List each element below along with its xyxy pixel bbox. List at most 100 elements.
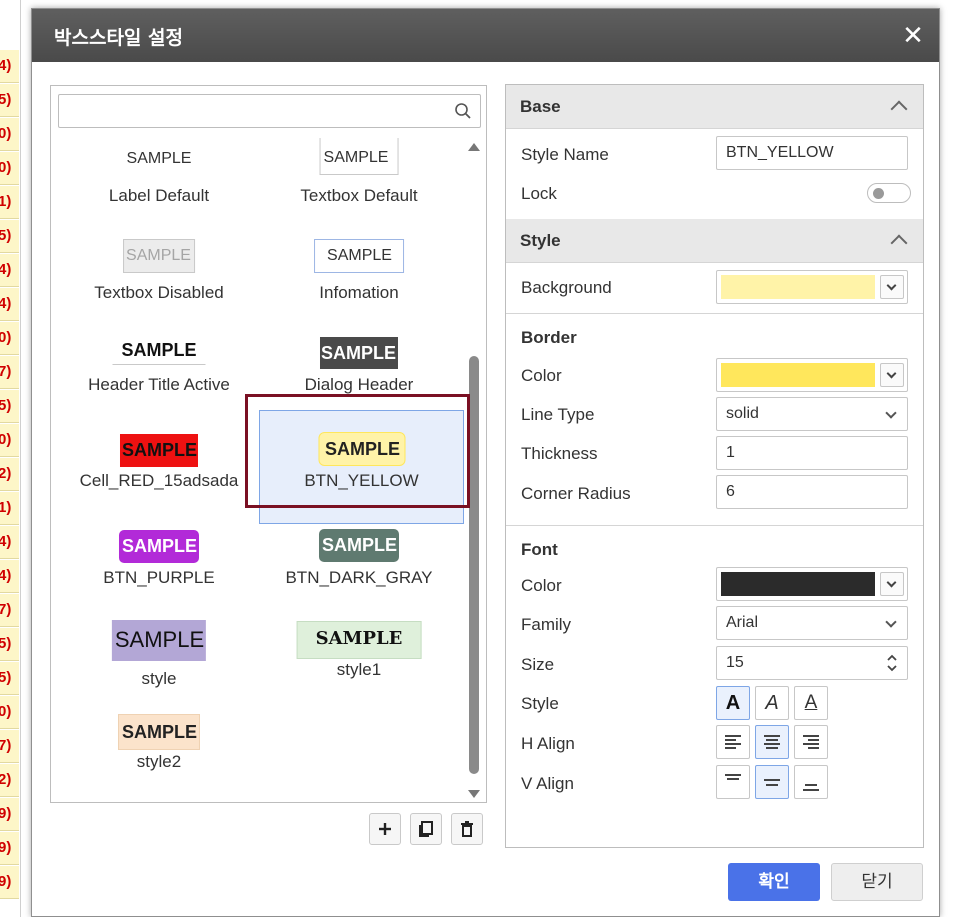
chevron-up-icon[interactable] (890, 234, 908, 252)
section-header-style[interactable]: Style (506, 219, 923, 263)
style-item-style2[interactable]: SAMPLE style2 (59, 714, 259, 798)
style-item-style[interactable]: SAMPLE style (59, 618, 259, 714)
stepper-arrows-icon[interactable] (887, 652, 897, 674)
valign-middle-button[interactable] (755, 765, 789, 799)
style-item-label: Label Default (108, 186, 210, 205)
add-style-button[interactable] (369, 813, 401, 845)
search-input[interactable] (65, 99, 449, 125)
bold-button[interactable]: A (716, 686, 750, 720)
background-color-picker[interactable] (716, 270, 908, 304)
sample-preview: SAMPLE (318, 529, 400, 562)
delete-style-button[interactable] (451, 813, 483, 845)
sheet-cell: 5) (0, 220, 19, 253)
font-size-label: Size (521, 655, 555, 674)
background-color-swatch (721, 275, 875, 299)
background-label: Background (521, 278, 612, 297)
scroll-down-arrow-icon[interactable] (468, 790, 480, 798)
style-item-label: Textbox Default (300, 186, 418, 205)
border-color-picker[interactable] (716, 358, 908, 392)
style-item-label: Header Title Active (88, 375, 230, 394)
sheet-cell: 4) (0, 560, 19, 593)
sheet-cell: 4) (0, 288, 19, 321)
sample-preview: SAMPLE (117, 714, 201, 750)
style-name-field[interactable]: BTN_YELLOW (716, 136, 908, 170)
trash-icon (461, 821, 473, 837)
scroll-up-arrow-icon[interactable] (468, 143, 480, 151)
style-item-textbox-default[interactable]: SAMPLE Textbox Default (259, 138, 459, 234)
sample-preview: SAMPLE (118, 530, 200, 563)
style-item-cell-red[interactable]: SAMPLE Cell_RED_15adsada (59, 426, 259, 522)
sheet-cell: 0) (0, 118, 19, 151)
sheet-cell: 4) (0, 526, 19, 559)
lock-label: Lock (521, 184, 557, 203)
sheet-cell: 1) (0, 492, 19, 525)
scroll-thumb[interactable] (469, 356, 479, 774)
color-dropdown-button[interactable] (880, 572, 904, 596)
search-box[interactable] (58, 94, 481, 128)
corner-radius-field[interactable]: 6 (716, 475, 908, 509)
chevron-up-icon[interactable] (890, 100, 908, 118)
align-right-button[interactable] (794, 725, 828, 759)
valign-top-button[interactable] (716, 765, 750, 799)
toggle-knob (873, 188, 884, 199)
style-item-label-default[interactable]: SAMPLE Label Default (59, 138, 259, 234)
close-icon[interactable]: ✕ (897, 19, 929, 51)
plus-icon (379, 823, 391, 835)
line-type-select[interactable]: solid (716, 397, 908, 431)
sheet-cell: 2) (0, 458, 19, 491)
copy-icon (419, 821, 433, 837)
style-item-btn-dark-gray[interactable]: SAMPLE BTN_DARK_GRAY (259, 522, 459, 618)
sheet-cell: 4) (0, 50, 19, 83)
font-family-select[interactable]: Arial (716, 606, 908, 640)
chevron-down-icon (885, 407, 897, 419)
underline-button[interactable]: A (794, 686, 828, 720)
font-style-label: Style (521, 694, 559, 713)
thickness-field[interactable]: 1 (716, 436, 908, 470)
style-item-infomation[interactable]: SAMPLE Infomation (259, 234, 459, 330)
style-list-scrollbar[interactable] (468, 138, 480, 798)
sheet-cell: 0) (0, 152, 19, 185)
italic-button[interactable]: A (755, 686, 789, 720)
sample-preview: SAMPLE (126, 150, 192, 167)
style-item-header-title-active[interactable]: SAMPLE Header Title Active (59, 330, 259, 426)
sample-preview: SAMPLE (319, 138, 399, 175)
divider (506, 525, 923, 526)
sheet-cell: 7) (0, 356, 19, 389)
sheet-cell: 9) (0, 866, 19, 899)
style-item-textbox-disabled[interactable]: SAMPLE Textbox Disabled (59, 234, 259, 330)
border-color-label: Color (521, 366, 562, 385)
search-icon[interactable] (454, 102, 472, 120)
font-title: Font (521, 540, 558, 559)
style-item-btn-purple[interactable]: SAMPLE BTN_PURPLE (59, 522, 259, 618)
sheet-cell: 9) (0, 798, 19, 831)
section-header-base[interactable]: Base (506, 85, 923, 129)
lock-toggle[interactable] (867, 183, 911, 203)
font-color-picker[interactable] (716, 567, 908, 601)
font-color-swatch (721, 572, 875, 596)
style-list: SAMPLE Label Default SAMPLE Textbox Defa… (51, 138, 467, 798)
style-item-label: BTN_YELLOW (304, 471, 419, 490)
close-button[interactable]: 닫기 (831, 863, 923, 901)
style-item-label: style2 (136, 752, 182, 771)
color-dropdown-button[interactable] (880, 275, 904, 299)
sheet-cell: 7) (0, 730, 19, 763)
valign-bottom-button[interactable] (794, 765, 828, 799)
v-align-label: V Align (521, 774, 574, 793)
style-item-btn-yellow[interactable]: SAMPLE BTN_YELLOW (259, 410, 464, 524)
style-item-style1[interactable]: SAMPLE style1 (259, 618, 459, 714)
font-size-stepper[interactable]: 15 (716, 646, 908, 680)
style-item-label: Textbox Disabled (94, 283, 224, 302)
sheet-cell: 2) (0, 764, 19, 797)
font-color-label: Color (521, 576, 562, 595)
copy-style-button[interactable] (410, 813, 442, 845)
sample-preview: SAMPLE (296, 621, 422, 659)
color-dropdown-button[interactable] (880, 363, 904, 387)
divider (506, 313, 923, 314)
sample-preview: SAMPLE (119, 434, 199, 467)
dialog-titlebar[interactable]: 박스스타일 설정 ✕ (32, 9, 939, 62)
font-size-value: 15 (726, 654, 744, 671)
align-left-button[interactable] (716, 725, 750, 759)
line-type-label: Line Type (521, 405, 595, 424)
confirm-button[interactable]: 확인 (728, 863, 820, 901)
align-center-button[interactable] (755, 725, 789, 759)
